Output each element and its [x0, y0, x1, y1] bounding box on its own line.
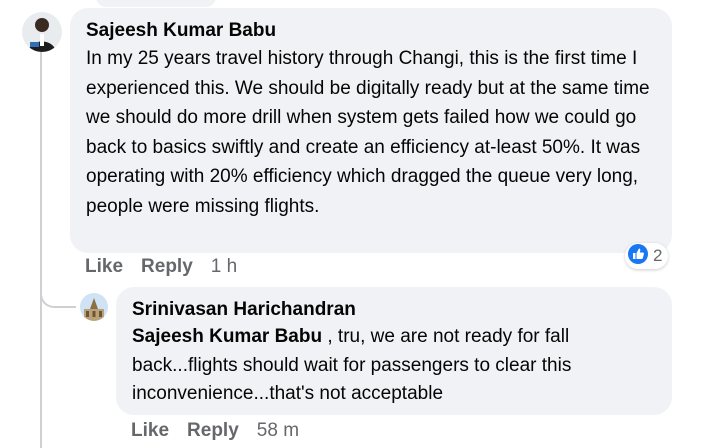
reply-timestamp[interactable]: 58 m: [257, 420, 299, 442]
comment-timestamp[interactable]: 1 h: [211, 256, 237, 278]
reply-button[interactable]: Reply: [141, 256, 193, 278]
like-reaction-icon: [627, 243, 649, 270]
reaction-summary[interactable]: 2: [625, 243, 669, 270]
mention-link[interactable]: Sajeesh Kumar Babu: [132, 326, 322, 347]
previous-comment-fragment: [96, 0, 216, 7]
reply-bubble: Srinivasan Harichandran Sajeesh Kumar Ba…: [116, 287, 672, 415]
avatar[interactable]: [80, 293, 108, 321]
comment-text: In my 25 years travel history through Ch…: [86, 48, 650, 217]
comment-author[interactable]: Sajeesh Kumar Babu: [86, 18, 656, 44]
reaction-count: 2: [653, 246, 663, 265]
comment-actions: Like Reply 1 h: [85, 256, 237, 278]
reply-button[interactable]: Reply: [187, 420, 239, 442]
comment-bubble: Sajeesh Kumar Babu In my 25 years travel…: [70, 8, 672, 253]
like-button[interactable]: Like: [85, 256, 123, 278]
reply-text: Sajeesh Kumar Babu , tru, we are not rea…: [132, 323, 656, 409]
reply-connector-line: [40, 268, 76, 308]
reply-author[interactable]: Srinivasan Harichandran: [132, 297, 656, 323]
avatar[interactable]: [22, 12, 62, 52]
like-button[interactable]: Like: [131, 420, 169, 442]
reply-actions: Like Reply 58 m: [131, 420, 299, 442]
comment-thread: Sajeesh Kumar Babu In my 25 years travel…: [0, 0, 702, 448]
thread-connector-line: [40, 50, 42, 448]
